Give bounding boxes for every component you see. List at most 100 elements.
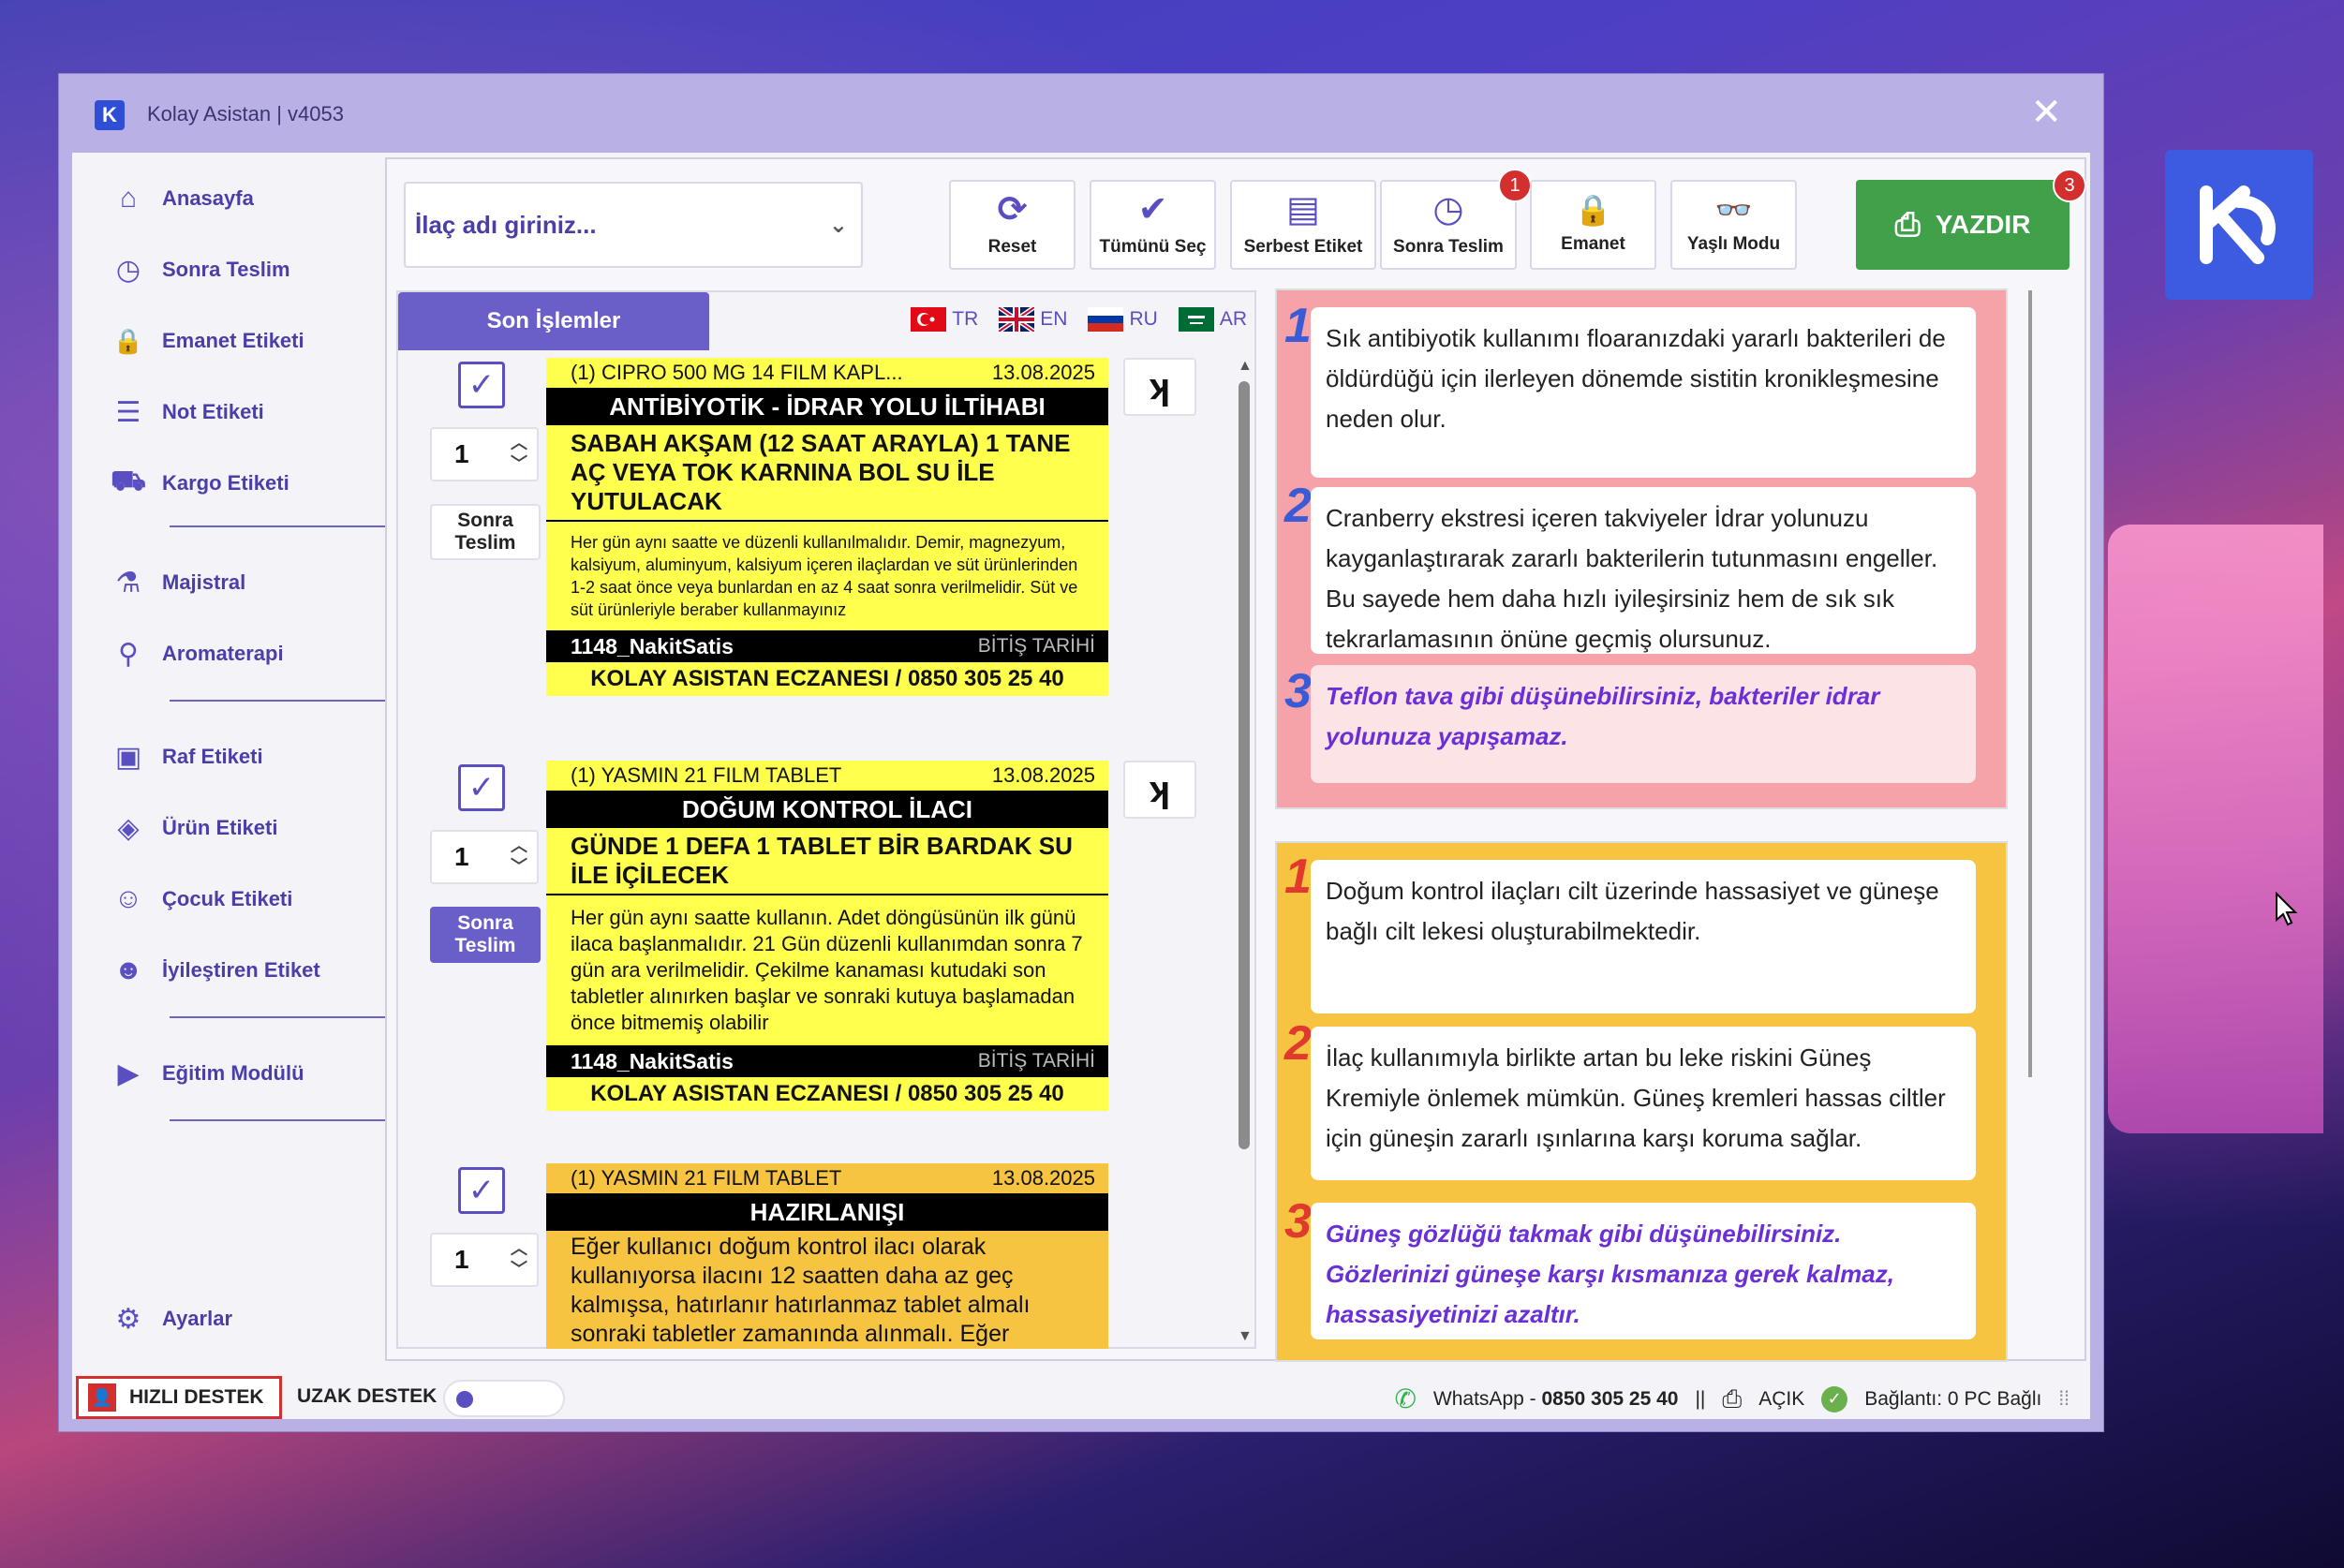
glasses-icon: 👓 [1714, 193, 1753, 227]
sidebar-item-not-etiketi[interactable]: ☰ Not Etiketi [110, 389, 264, 436]
chevron-down-icon[interactable]: ⌄ [829, 212, 848, 239]
sidebar-item-aromaterapi[interactable]: ⚲ Aromaterapi [110, 630, 284, 677]
quantity-stepper[interactable]: 1 ︿ ﹀ [430, 1233, 539, 1287]
select-all-label: Tümünü Seç [1099, 237, 1207, 257]
scroll-up-icon[interactable]: ▲ [1238, 358, 1253, 375]
scrollbar-thumb[interactable] [1239, 381, 1250, 1149]
lang-tr[interactable]: TR [911, 307, 978, 332]
sale-user: 1148_NakitSatis [571, 1048, 734, 1073]
check-all-icon: ✔ [1137, 190, 1168, 229]
close-icon[interactable]: ✕ [2030, 91, 2062, 134]
whatsapp-icon: ✆ [1394, 1384, 1417, 1413]
usage-description: Her gün aynı saatte ve düzenli kullanılm… [571, 533, 1078, 619]
lock-icon: 🔒 [1574, 193, 1612, 227]
spin-arrows-icon[interactable]: ︿ ﹀ [511, 836, 527, 877]
select-all-button[interactable]: ✔ Tümünü Seç [1090, 180, 1216, 270]
drug-name: (1) YASMIN 21 FILM TABLET [571, 1166, 842, 1190]
window-title: Kolay Asistan | v4053 [147, 102, 344, 126]
connected-check-icon: ✓ [1821, 1385, 1848, 1413]
later-delivery-toggle[interactable]: Sonra Teslim [430, 504, 541, 560]
lang-en[interactable]: EN [999, 307, 1067, 332]
resize-grip-icon[interactable]: ⁞⁞ [2058, 1388, 2070, 1411]
connection-status: Bağlantı: 0 PC Bağlı [1864, 1387, 2042, 1410]
quantity-stepper[interactable]: 1 ︿ ﹀ [430, 830, 539, 884]
entry-checkbox[interactable]: ✓ [458, 1167, 505, 1214]
deposit-label: Emanet [1561, 234, 1625, 254]
later-label: Teslim [454, 532, 516, 554]
tip-number: 2 [1284, 479, 1312, 533]
drug-search-combobox[interactable]: İlaç adı giriniz... ⌄ [404, 182, 863, 268]
quantity-stepper[interactable]: 1 ︿ ﹀ [430, 427, 539, 481]
drug-category: HAZIRLANIŞI [546, 1193, 1108, 1231]
quantity-value: 1 [454, 439, 469, 468]
sidebar-divider [170, 1119, 398, 1121]
note-icon: ☰ [115, 396, 141, 428]
remote-support-toggle[interactable] [443, 1380, 565, 1417]
lang-ru[interactable]: RU [1088, 307, 1158, 332]
lang-label: TR [952, 308, 979, 330]
smile-icon: ☻ [113, 954, 143, 985]
settings-button[interactable]: ⚙ Ayarlar [110, 1295, 232, 1342]
drug-name: (1) CIPRO 500 MG 14 FILM KAPL... [571, 361, 903, 384]
later-delivery-toggle[interactable]: Sonra Teslim [430, 907, 541, 963]
sidebar-item-label: Kargo Etiketi [162, 471, 289, 495]
sidebar-item-urun-etiketi[interactable]: ◈ Ürün Etiketi [110, 805, 277, 851]
sidebar-item-iyilestiren-etiket[interactable]: ☻ İyileştiren Etiket [110, 947, 320, 994]
brand-logo-button[interactable]: ʞ [1123, 761, 1196, 819]
support-avatar-icon: 👤 [88, 1383, 116, 1412]
drug-category: ANTİBİYOTİK - İDRAR YOLU İLTİHABI [546, 388, 1108, 425]
sidebar-item-majistral[interactable]: ⚗ Majistral [110, 559, 246, 606]
elderly-mode-label: Yaşlı Modu [1686, 234, 1781, 254]
app-window: K Kolay Asistan | v4053 ✕ ⌂ Anasayfa ◷ Son… [58, 73, 2104, 1432]
sidebar-item-cocuk-etiketi[interactable]: ☺ Çocuk Etiketi [110, 876, 293, 923]
sidebar-item-kargo-etiketi[interactable]: ⛟ Kargo Etiketi [110, 460, 289, 507]
quick-support-button[interactable]: 👤 HIZLI DESTEK [76, 1376, 282, 1419]
info-scrollbar[interactable] [2028, 290, 2032, 1077]
drug-category: DOĞUM KONTROL İLACI [546, 791, 1108, 828]
sidebar-item-emanet-etiketi[interactable]: 🔒 Emanet Etiketi [110, 318, 304, 364]
label-date: 13.08.2025 [991, 763, 1095, 787]
scroll-down-icon[interactable]: ▼ [1238, 1328, 1253, 1345]
elderly-mode-button[interactable]: 👓 Yaşlı Modu [1670, 180, 1797, 270]
recent-list: ✓ 1 ︿ ﹀ Sonra Teslim ʞ (1) CIPRO 500 MG 14 … [398, 354, 1232, 1349]
sidebar-item-egitim-modulu[interactable]: ▶ Eğitim Modülü [110, 1050, 304, 1097]
print-button[interactable]: ⎙ YAZDIR [1856, 180, 2070, 270]
sidebar-item-sonra-teslim[interactable]: ◷ Sonra Teslim [110, 246, 290, 293]
spin-arrows-icon[interactable]: ︿ ﹀ [511, 1238, 527, 1280]
drug-name: (1) YASMIN 21 FILM TABLET [571, 763, 842, 787]
brand-logo-button[interactable]: ʞ [1123, 358, 1196, 416]
antibiotic-info-panel: 1 Sık antibiyotik kullanımı floaranızdak… [1275, 288, 2008, 809]
entry-checkbox[interactable]: ✓ [458, 764, 505, 811]
whatsapp-info[interactable]: WhatsApp - 0850 305 25 40 [1433, 1388, 1679, 1411]
sidebar-item-raf-etiketi[interactable]: ▣ Raf Etiketi [110, 733, 263, 780]
whatsapp-number: 0850 305 25 40 [1541, 1387, 1679, 1410]
sidebar-item-label: Sonra Teslim [162, 258, 290, 281]
whatsapp-label: WhatsApp - [1432, 1387, 1542, 1410]
gear-icon: ⚙ [115, 1303, 141, 1335]
info-card: İlaç kullanımıyla birlikte artan bu leke… [1311, 1027, 1976, 1180]
app-logo-icon: K [95, 100, 125, 130]
status-info: ✆ WhatsApp - 0850 305 25 40 || ⎙ AÇIK ✓ … [1394, 1383, 2070, 1414]
home-icon: ⌂ [119, 183, 138, 214]
desktop-app-shortcut[interactable] [2165, 150, 2313, 300]
expiry-label: BİTİŞ TARİHİ [977, 1050, 1095, 1072]
title-bar: K Kolay Asistan | v4053 ✕ [59, 74, 2103, 151]
sidebar-item-label: Emanet Etiketi [162, 329, 304, 352]
later-delivery-button[interactable]: ◷ Sonra Teslim [1380, 180, 1517, 270]
tab-son-islemler[interactable]: Son İşlemler [398, 292, 709, 350]
sidebar-item-label: İyileştiren Etiket [162, 958, 320, 982]
free-label-button[interactable]: ▤ Serbest Etiket [1230, 180, 1376, 270]
sidebar-item-label: Raf Etiketi [162, 745, 263, 768]
lang-ar[interactable]: AR [1178, 307, 1247, 332]
later-delivery-label: Sonra Teslim [1393, 237, 1504, 257]
settings-label: Ayarlar [162, 1307, 233, 1330]
sidebar-divider [170, 1016, 398, 1018]
sidebar-item-anasayfa[interactable]: ⌂ Anasayfa [110, 175, 254, 222]
pharmacy-info: KOLAY ASISTAN ECZANESI / 0850 305 25 40 [590, 1081, 1064, 1106]
deposit-button[interactable]: 🔒 Emanet [1530, 180, 1656, 270]
drug-label-preview: (1) YASMIN 21 FILM TABLET 13.08.2025 HAZI… [546, 1163, 1108, 1349]
mouse-cursor-icon [2276, 892, 2298, 926]
spin-arrows-icon[interactable]: ︿ ﹀ [511, 433, 527, 474]
reset-button[interactable]: ⟳ Reset [949, 180, 1076, 270]
entry-checkbox[interactable]: ✓ [458, 362, 505, 408]
